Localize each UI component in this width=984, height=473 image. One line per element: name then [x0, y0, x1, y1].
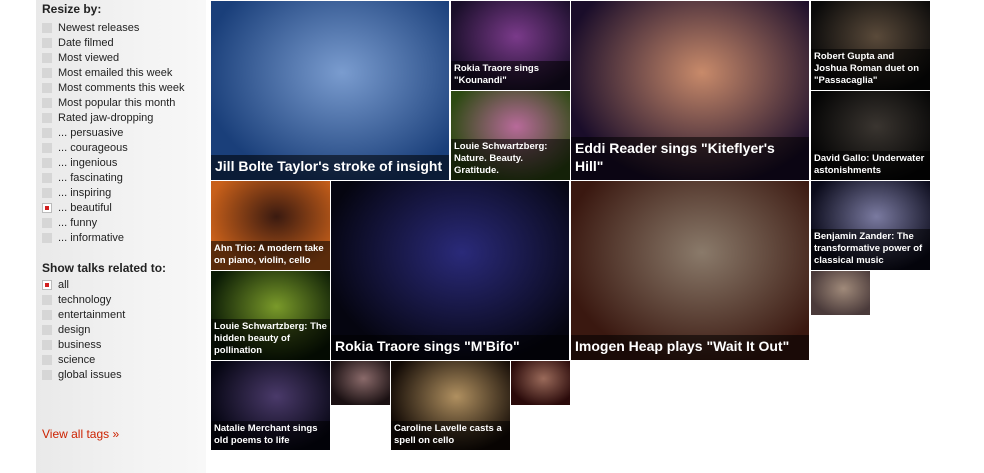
related-option[interactable]: all [42, 277, 69, 292]
view-all-tags-link[interactable]: View all tags » [42, 427, 119, 441]
resize-option[interactable]: Most viewed [42, 50, 119, 65]
resize-option-label: ... beautiful [58, 201, 112, 214]
related-option[interactable]: technology [42, 292, 111, 307]
resize-option[interactable]: Date filmed [42, 35, 114, 50]
talk-tile[interactable]: Imogen Heap plays "Wait It Out" [571, 181, 809, 360]
talk-caption: Robert Gupta and Joshua Roman duet on "P… [811, 49, 930, 90]
checkbox-icon[interactable] [42, 67, 52, 78]
resize-option[interactable]: ... informative [42, 230, 124, 245]
related-option-label: all [58, 278, 70, 291]
related-option-label: business [58, 338, 102, 351]
talk-tile[interactable]: Benjamin Zander: The transformative powe… [811, 181, 930, 270]
checkbox-icon[interactable] [42, 142, 52, 153]
checkbox-icon[interactable] [42, 217, 52, 228]
talk-caption: Benjamin Zander: The transformative powe… [811, 229, 930, 270]
checkbox-icon[interactable] [42, 369, 52, 380]
related-option[interactable]: entertainment [42, 307, 125, 322]
resize-option-label: Date filmed [58, 36, 114, 49]
talk-caption: Jill Bolte Taylor's stroke of insight [211, 155, 449, 180]
resize-option-label: Most comments this week [58, 81, 185, 94]
checkbox-icon[interactable] [42, 22, 52, 33]
checkbox-icon[interactable] [42, 52, 52, 63]
related-option-label: global issues [58, 368, 122, 381]
resize-option-label: ... fascinating [58, 171, 123, 184]
resize-by-heading: Resize by: [42, 2, 102, 16]
checkbox-icon[interactable] [42, 324, 52, 335]
resize-option[interactable]: ... courageous [42, 140, 128, 155]
resize-option-label: ... ingenious [58, 156, 118, 169]
checkbox-icon[interactable] [42, 294, 52, 305]
talk-caption: Natalie Merchant sings old poems to life [211, 421, 330, 450]
talk-tile[interactable]: David Gallo: Underwater astonishments [811, 91, 930, 180]
talk-caption: Imogen Heap plays "Wait It Out" [571, 335, 809, 360]
resize-option[interactable]: Newest releases [42, 20, 139, 35]
talk-tile[interactable]: Rokia Traore sings "Kounandi" [451, 1, 570, 90]
checkbox-icon[interactable] [42, 172, 52, 183]
talk-tile[interactable]: Louie Schwartzberg: The hidden beauty of… [211, 271, 330, 360]
resize-option-label: Rated jaw-dropping [58, 111, 154, 124]
related-option-label: science [58, 353, 96, 366]
talk-caption: Caroline Lavelle casts a spell on cello [391, 421, 510, 450]
resize-option[interactable]: Most popular this month [42, 95, 175, 110]
related-option[interactable]: science [42, 352, 95, 367]
checkbox-icon[interactable] [42, 354, 52, 365]
checkbox-icon[interactable] [42, 339, 52, 350]
checkbox-selected-icon[interactable] [42, 279, 52, 290]
resize-option-label: ... informative [58, 231, 125, 244]
checkbox-icon[interactable] [42, 157, 52, 168]
talk-tile[interactable]: Robert Gupta and Joshua Roman duet on "P… [811, 1, 930, 90]
talk-tile[interactable]: Natalie Merchant sings old poems to life [211, 361, 330, 450]
related-heading: Show talks related to: [42, 261, 167, 275]
talk-tile[interactable] [811, 271, 870, 315]
resize-option[interactable]: ... beautiful [42, 200, 112, 215]
talk-caption: Rokia Traore sings "M'Bifo" [331, 335, 569, 360]
resize-option[interactable]: Most comments this week [42, 80, 185, 95]
checkbox-icon[interactable] [42, 97, 52, 108]
resize-option-label: Most emailed this week [58, 66, 173, 79]
resize-option-label: ... courageous [58, 141, 128, 154]
related-option[interactable]: global issues [42, 367, 122, 382]
checkbox-icon[interactable] [42, 82, 52, 93]
resize-option-label: ... persuasive [58, 126, 124, 139]
resize-option[interactable]: Rated jaw-dropping [42, 110, 153, 125]
related-option[interactable]: design [42, 322, 90, 337]
resize-option-label: Newest releases [58, 21, 140, 34]
resize-option-label: Most viewed [58, 51, 120, 64]
checkbox-icon[interactable] [42, 127, 52, 138]
resize-option[interactable]: ... inspiring [42, 185, 111, 200]
checkbox-icon[interactable] [42, 187, 52, 198]
resize-option[interactable]: ... persuasive [42, 125, 123, 140]
talk-tile[interactable]: Jill Bolte Taylor's stroke of insight [211, 1, 449, 180]
talk-tile[interactable]: Caroline Lavelle casts a spell on cello [391, 361, 510, 450]
talk-caption: Louie Schwartzberg: The hidden beauty of… [211, 319, 330, 360]
talk-tile[interactable]: Eddi Reader sings "Kiteflyer's Hill" [571, 1, 809, 180]
related-option[interactable]: business [42, 337, 101, 352]
related-option-label: design [58, 323, 91, 336]
talk-caption: Ahn Trio: A modern take on piano, violin… [211, 241, 330, 270]
checkbox-icon[interactable] [42, 309, 52, 320]
related-option-label: entertainment [58, 308, 126, 321]
talk-tile[interactable] [511, 361, 570, 405]
resize-option-label: ... inspiring [58, 186, 112, 199]
checkbox-selected-icon[interactable] [42, 202, 52, 213]
resize-option[interactable]: Most emailed this week [42, 65, 172, 80]
talk-caption: Rokia Traore sings "Kounandi" [451, 61, 570, 90]
checkbox-icon[interactable] [42, 37, 52, 48]
sidebar: Resize by: Newest releases Date filmed Mos… [36, 0, 206, 473]
related-option-label: technology [58, 293, 112, 306]
talk-caption: Louie Schwartzberg: Nature. Beauty. Grat… [451, 139, 570, 180]
resize-option-label: ... funny [58, 216, 98, 229]
resize-option[interactable]: ... funny [42, 215, 97, 230]
talk-caption: Eddi Reader sings "Kiteflyer's Hill" [571, 137, 809, 180]
talk-tile[interactable]: Rokia Traore sings "M'Bifo" [331, 181, 569, 360]
resize-option[interactable]: ... fascinating [42, 170, 123, 185]
resize-option-label: Most popular this month [58, 96, 176, 109]
talk-tile[interactable]: Ahn Trio: A modern take on piano, violin… [211, 181, 330, 270]
talk-tile[interactable] [331, 361, 390, 405]
checkbox-icon[interactable] [42, 112, 52, 123]
resize-option[interactable]: ... ingenious [42, 155, 117, 170]
talk-caption: David Gallo: Underwater astonishments [811, 151, 930, 180]
checkbox-icon[interactable] [42, 232, 52, 243]
talk-tile[interactable]: Louie Schwartzberg: Nature. Beauty. Grat… [451, 91, 570, 180]
